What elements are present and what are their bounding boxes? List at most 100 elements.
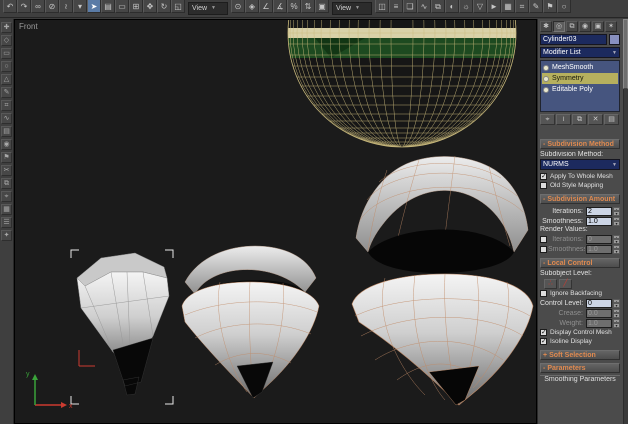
window-crossing-icon[interactable]: ⊞	[129, 0, 143, 13]
diamond-icon[interactable]: ◇	[1, 35, 12, 46]
percent-snap-icon[interactable]: %	[287, 0, 301, 13]
mirror-icon[interactable]: ◫	[375, 0, 389, 13]
old-style-mapping-checkbox[interactable]	[540, 182, 547, 189]
old-style-mapping-row[interactable]: Old Style Mapping	[540, 181, 620, 190]
isoline-display-checkbox[interactable]: ✓	[540, 338, 547, 345]
tab-motion[interactable]: ◉	[579, 21, 591, 32]
wireframe-sphere[interactable]	[287, 20, 517, 147]
tab-utilities[interactable]: ✶	[605, 21, 617, 32]
align-icon[interactable]: ≡	[389, 0, 403, 13]
flag-icon[interactable]: ⚑	[543, 0, 557, 13]
ignore-backfacing-checkbox[interactable]	[540, 290, 547, 297]
list-icon[interactable]: ▤	[1, 126, 12, 137]
rollout-header-local-control[interactable]: - Local Control	[540, 258, 620, 268]
select-and-scale-icon[interactable]: ◱	[171, 0, 185, 13]
show-end-result-icon[interactable]: ≀	[556, 114, 571, 125]
smoothness-field[interactable]: 1.0	[586, 217, 612, 226]
layer-manager-icon[interactable]: ❏	[403, 0, 417, 13]
undo-icon[interactable]: ↶	[3, 0, 17, 13]
rollout-header-soft-selection[interactable]: + Soft Selection	[540, 350, 620, 360]
stack-item-editable-poly[interactable]: Editable Poly	[542, 84, 618, 95]
use-pivot-center-icon[interactable]: ⊙	[231, 0, 245, 13]
configure-modifier-sets-icon[interactable]: ▤	[604, 114, 619, 125]
grid-icon[interactable]: ▦	[501, 0, 515, 13]
redo-icon[interactable]: ↷	[17, 0, 31, 13]
vertex-icon[interactable]: ∴	[544, 279, 557, 289]
rect-icon[interactable]: ▭	[1, 48, 12, 59]
weight-spinner[interactable]: ▴▾	[613, 319, 620, 328]
iterations-spinner[interactable]: ▴▾	[613, 207, 620, 216]
control-level-field[interactable]: 0	[586, 299, 612, 308]
tab-display[interactable]: ▣	[592, 21, 604, 32]
edge-icon[interactable]: ╱	[559, 279, 572, 289]
select-object-icon[interactable]: ➤	[87, 0, 101, 13]
spin-down-icon[interactable]: ▾	[613, 323, 620, 328]
object-name-field[interactable]: Cylinder03	[540, 34, 607, 45]
render-type-icon[interactable]: ▽	[473, 0, 487, 13]
visibility-bulb-icon[interactable]	[543, 65, 549, 71]
wave-icon[interactable]: ∿	[1, 113, 12, 124]
select-and-manipulate-icon[interactable]: ◈	[245, 0, 259, 13]
select-by-name-icon[interactable]: ▤	[101, 0, 115, 13]
selection-region-icon[interactable]: ▭	[115, 0, 129, 13]
snap-toggle-icon[interactable]: ∠	[259, 0, 273, 13]
visibility-bulb-icon[interactable]	[543, 76, 549, 82]
triangle-icon[interactable]: △	[1, 74, 12, 85]
selection-filter-icon[interactable]: ▾	[73, 0, 87, 13]
tab-modify[interactable]: ◎	[553, 21, 565, 32]
display-control-mesh-row[interactable]: ✓ Display Control Mesh	[540, 328, 620, 337]
select-and-link-icon[interactable]: ∞	[31, 0, 45, 13]
stack-item-meshsmooth[interactable]: MeshSmooth	[542, 62, 618, 73]
render-iterations-checkbox[interactable]	[540, 236, 547, 243]
rollout-header-parameters[interactable]: - Parameters	[540, 363, 620, 373]
gem-lowpoly[interactable]	[71, 250, 173, 404]
viewport-label[interactable]: Front	[19, 22, 38, 31]
display-control-mesh-checkbox[interactable]: ✓	[540, 329, 547, 336]
select-and-rotate-icon[interactable]: ↻	[157, 0, 171, 13]
material-editor-icon[interactable]: ◐	[445, 0, 459, 13]
array-icon[interactable]: ⌗	[515, 0, 529, 13]
schematic-view-icon[interactable]: ⧉	[431, 0, 445, 13]
object-color-swatch[interactable]	[609, 34, 620, 45]
reference-coordinate-dropdown[interactable]: View ▼	[188, 2, 228, 15]
render-smoothness-checkbox[interactable]	[540, 246, 547, 253]
flag-icon[interactable]: ⚑	[1, 152, 12, 163]
view-dropdown[interactable]: View ▼	[332, 2, 372, 15]
render-iterations-field[interactable]: 0	[586, 235, 612, 244]
angle-snap-icon[interactable]: ∡	[273, 0, 287, 13]
plus-icon[interactable]: ✚	[1, 22, 12, 33]
spinner-snap-icon[interactable]: ⇅	[301, 0, 315, 13]
table-icon[interactable]: ▦	[1, 204, 12, 215]
named-selection-sets-icon[interactable]: ▣	[315, 0, 329, 13]
control-level-spinner[interactable]: ▴▾	[613, 299, 620, 308]
pencil-icon[interactable]: ✎	[1, 87, 12, 98]
crease-field[interactable]: 0.0	[586, 309, 612, 318]
remove-modifier-icon[interactable]: ✕	[588, 114, 603, 125]
unlink-selection-icon[interactable]: ⊘	[45, 0, 59, 13]
target-icon[interactable]: ◉	[1, 139, 12, 150]
smoothness-spinner[interactable]: ▴▾	[613, 217, 620, 226]
tab-create[interactable]: ✱	[540, 21, 552, 32]
grid-icon[interactable]: ⌗	[1, 100, 12, 111]
scissors-icon[interactable]: ✂	[1, 165, 12, 176]
render-smoothness-spinner[interactable]: ▴▾	[613, 245, 620, 254]
bind-to-spacewarp-icon[interactable]: ≀	[59, 0, 73, 13]
apply-whole-mesh-checkbox[interactable]: ✓	[540, 173, 547, 180]
tab-hierarchy[interactable]: ⧉	[566, 21, 578, 32]
ignore-backfacing-row[interactable]: Ignore Backfacing	[540, 289, 620, 298]
spin-down-icon[interactable]: ▾	[613, 211, 620, 216]
quick-render-icon[interactable]: ►	[487, 0, 501, 13]
modifier-list-dropdown[interactable]: Modifier List ▼	[540, 47, 620, 58]
copy-icon[interactable]: ⧉	[1, 178, 12, 189]
circle-tool-icon[interactable]: ○	[557, 0, 571, 13]
render-scene-icon[interactable]: ☼	[459, 0, 473, 13]
stack-item-symmetry[interactable]: Symmetry	[542, 73, 618, 84]
select-and-move-icon[interactable]: ✥	[143, 0, 157, 13]
crease-spinner[interactable]: ▴▾	[613, 309, 620, 318]
pin-stack-icon[interactable]: ⌖	[540, 114, 555, 125]
apply-whole-mesh-row[interactable]: ✓ Apply To Whole Mesh	[540, 172, 620, 181]
spin-down-icon[interactable]: ▾	[613, 313, 620, 318]
weight-field[interactable]: 1.0	[586, 319, 612, 328]
spin-down-icon[interactable]: ▾	[613, 221, 620, 226]
edit-icon[interactable]: ✎	[529, 0, 543, 13]
